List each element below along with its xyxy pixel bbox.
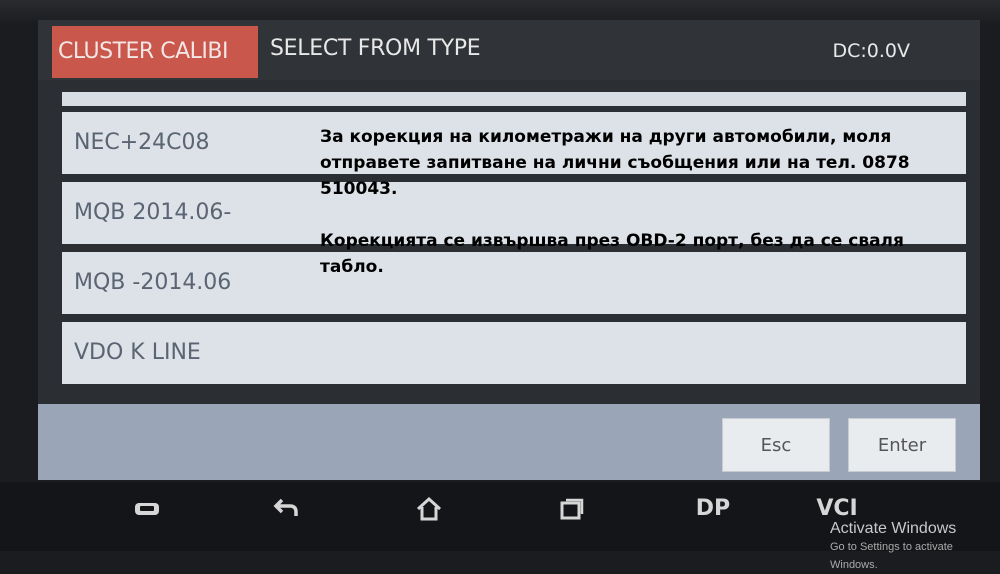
watermark-title: Activate Windows bbox=[830, 520, 957, 537]
home-icon[interactable] bbox=[404, 496, 454, 528]
back-icon[interactable] bbox=[262, 496, 312, 526]
activate-windows-watermark: Activate Windows Go to Settings to activ… bbox=[830, 520, 1000, 574]
app-header: CLUSTER CALIBI SELECT FROM TYPE DC:0.0V bbox=[38, 20, 980, 80]
watermark-subtitle: Go to Settings to activate Windows. bbox=[830, 541, 953, 571]
recent-apps-icon[interactable] bbox=[546, 496, 596, 528]
action-bar: Esc Enter bbox=[38, 404, 980, 480]
back-icon-svg bbox=[273, 498, 298, 516]
recent-apps-icon-svg bbox=[560, 498, 584, 520]
cluster-calibration-tab[interactable]: CLUSTER CALIBI bbox=[52, 26, 258, 78]
promo-line-2: Корекцията се извършва през OBD-2 порт, … bbox=[320, 231, 904, 277]
voltage-readout: DC:0.0V bbox=[832, 40, 910, 62]
vci-button[interactable]: VCI bbox=[812, 496, 862, 521]
promo-overlay-text: За корекция на километражи на други авто… bbox=[320, 124, 940, 306]
list-scroll-edge bbox=[62, 92, 966, 106]
enter-button[interactable]: Enter bbox=[848, 418, 956, 472]
promo-line-1: За корекция на километражи на други авто… bbox=[320, 127, 910, 199]
list-item-vdo-k-line[interactable]: VDO K LINE bbox=[62, 322, 966, 384]
home-icon-svg bbox=[416, 496, 442, 521]
page-title: SELECT FROM TYPE bbox=[270, 36, 481, 61]
esc-button[interactable]: Esc bbox=[722, 418, 830, 472]
car-icon-svg bbox=[135, 503, 159, 515]
car-icon[interactable] bbox=[122, 496, 172, 526]
dp-button[interactable]: DP bbox=[688, 496, 738, 521]
device-bezel bbox=[0, 0, 1000, 22]
